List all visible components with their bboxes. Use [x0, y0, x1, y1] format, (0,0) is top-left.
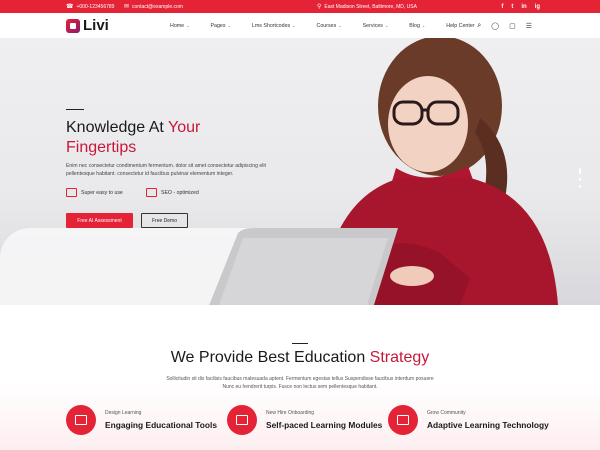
menu-services-label: Services	[362, 22, 383, 29]
certificate-icon	[397, 415, 409, 425]
mail-icon: ✉	[124, 3, 130, 10]
menu-help-label: Help Center	[446, 22, 475, 29]
phone-contact[interactable]: ☎ +000-123456789	[66, 0, 114, 13]
chevron-down-icon: ⌄	[338, 23, 342, 28]
slider-dot[interactable]	[579, 185, 581, 188]
site-logo[interactable]: Livi	[66, 17, 109, 34]
hero-title-part1: Knowledge At	[66, 119, 169, 136]
education-title: We Provide Best Education Strategy	[0, 349, 600, 367]
menu-bar: Home ⌄ Pages ⌄ Lms Shortcodes ⌄ Courses ⌄ Se…	[170, 13, 501, 38]
feature-seo-label: SEO - optimized	[161, 189, 199, 196]
phone-text: +000-123456789	[76, 3, 115, 10]
twitter-icon[interactable]: t	[511, 4, 513, 10]
service-icon-circle	[227, 405, 257, 435]
hero-description: Enim nec consectetur condimentum ferment…	[66, 163, 266, 177]
service-card[interactable]: New Hire Onboarding Self-paced Learning …	[227, 405, 382, 435]
cart-icon[interactable]: ▢	[509, 22, 516, 30]
instagram-icon[interactable]: ig	[535, 4, 540, 10]
section-divider	[292, 343, 308, 344]
logo-mark-icon	[66, 18, 80, 33]
menu-lms-shortcodes[interactable]: Lms Shortcodes ⌄	[252, 23, 296, 29]
laptop-icon	[236, 415, 248, 425]
chevron-down-icon: ⌄	[227, 23, 231, 28]
user-icon[interactable]: ◯	[491, 22, 499, 30]
logo-text: Livi	[83, 17, 109, 34]
feature-easy-to-use: Super easy to use	[66, 188, 123, 197]
slider-pagination	[579, 168, 581, 188]
main-navigation: Livi Home ⌄ Pages ⌄ Lms Shortcodes ⌄ Course…	[0, 13, 600, 38]
menu-pages[interactable]: Pages ⌄	[211, 23, 231, 29]
chevron-down-icon: ⌄	[292, 23, 296, 28]
email-contact[interactable]: ✉ contact@example.com	[124, 0, 183, 13]
menu-courses[interactable]: Courses ⌄	[317, 23, 342, 29]
hero-title-part2: Fingertips	[66, 139, 137, 156]
monitor-icon	[146, 188, 157, 197]
slider-dot[interactable]	[579, 178, 581, 181]
menu-blog-label: Blog	[409, 22, 420, 29]
laptop-illustration	[209, 228, 398, 305]
linkedin-icon[interactable]: in	[521, 4, 526, 10]
nav-actions: ⌕ ◯ ▢ ☰	[477, 13, 532, 38]
chevron-down-icon: ⌄	[384, 23, 389, 28]
social-links: f t in ig	[501, 0, 540, 13]
feature-seo: SEO - optimized	[146, 188, 199, 197]
address-contact: ⚲ East Madison Street, Baltimore, MD, US…	[317, 0, 417, 13]
hamburger-menu-icon[interactable]: ☰	[526, 22, 532, 30]
email-text: contact@example.com	[132, 3, 183, 10]
service-name: Self-paced Learning Modules	[266, 420, 383, 430]
address-text: East Madison Street, Baltimore, MD, USA	[324, 3, 417, 10]
menu-courses-label: Courses	[316, 22, 337, 29]
menu-blog[interactable]: Blog ⌄	[409, 23, 425, 29]
chevron-down-icon: ⌄	[421, 23, 426, 28]
hero-title-accent: Your	[168, 119, 201, 136]
click-icon	[66, 188, 77, 197]
service-kicker: Grow Community	[427, 410, 466, 416]
hero-divider	[66, 109, 84, 110]
menu-services[interactable]: Services ⌄	[363, 23, 389, 29]
education-title-accent: Strategy	[369, 349, 430, 366]
tools-icon	[75, 415, 87, 425]
menu-home[interactable]: Home ⌄	[170, 23, 190, 29]
service-name: Engaging Educational Tools	[105, 420, 217, 430]
hero-title: Knowledge At Your Fingertips	[66, 118, 286, 158]
free-ai-assessment-button[interactable]: Free AI Assessment	[66, 213, 133, 228]
service-kicker: Design Learning	[105, 410, 142, 416]
service-card[interactable]: Grow Community Adaptive Learning Technol…	[388, 405, 549, 435]
location-pin-icon: ⚲	[317, 3, 322, 10]
feature-easy-label: Super easy to use	[81, 189, 123, 196]
education-title-part1: We Provide Best Education	[170, 349, 370, 366]
service-icon-circle	[66, 405, 96, 435]
facebook-icon[interactable]: f	[501, 4, 503, 10]
menu-home-label: Home	[170, 22, 185, 29]
menu-pages-label: Pages	[210, 22, 226, 29]
menu-help-center[interactable]: Help Center ⌄	[446, 23, 480, 29]
phone-icon: ☎	[66, 3, 74, 10]
service-icon-circle	[388, 405, 418, 435]
slider-dot-active[interactable]	[579, 168, 581, 174]
free-demo-button[interactable]: Free Demo	[141, 213, 188, 228]
service-name: Adaptive Learning Technology	[427, 420, 549, 430]
service-card[interactable]: Design Learning Engaging Educational Too…	[66, 405, 217, 435]
education-section: We Provide Best Education Strategy Solli…	[0, 305, 600, 450]
top-bar: ☎ +000-123456789 ✉ contact@example.com ⚲…	[0, 0, 600, 13]
hero-section: Knowledge At Your Fingertips Enim nec co…	[0, 38, 600, 305]
service-kicker: New Hire Onboarding	[266, 410, 315, 416]
menu-lms-label: Lms Shortcodes	[251, 22, 291, 29]
search-icon[interactable]: ⌕	[477, 22, 481, 30]
chevron-down-icon: ⌄	[186, 23, 190, 28]
education-description: Sollicitudin sit dis facilisis faucibus …	[166, 376, 434, 390]
